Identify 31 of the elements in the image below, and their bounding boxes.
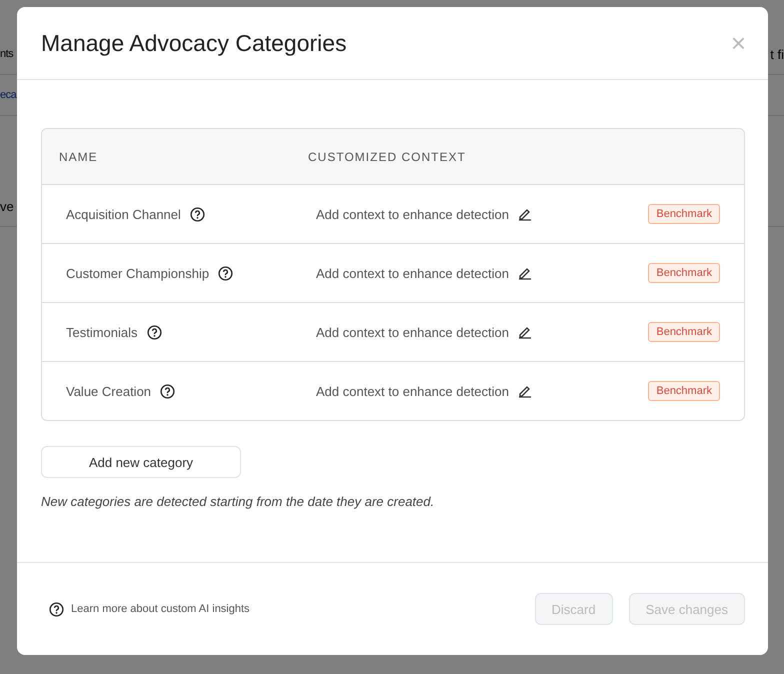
pencil-icon[interactable]: [518, 207, 532, 221]
column-header: CUSTOMIZED CONTEXT: [308, 150, 467, 164]
help-link[interactable]: Learn more about custom AI insights: [71, 603, 250, 615]
dialog-title: Manage Advocacy Categories: [41, 30, 347, 56]
pencil-icon[interactable]: [518, 384, 532, 398]
benchmark-tag: Benchmark: [648, 263, 720, 283]
help-icon[interactable]: [218, 266, 234, 280]
help-icon[interactable]: [160, 384, 176, 398]
context-link[interactable]: Add context to enhance detection: [316, 206, 509, 222]
column-header: NAME: [59, 150, 99, 164]
help-icon[interactable]: [49, 602, 64, 616]
add-category-button[interactable]: Add new category: [41, 446, 241, 478]
help-icon[interactable]: [190, 206, 205, 222]
text-fragment: nts: [0, 48, 14, 60]
benchmark-tag: Benchmark: [648, 381, 720, 401]
benchmark-tag: Benchmark: [648, 322, 720, 342]
benchmark-tag: Benchmark: [648, 204, 720, 224]
pencil-icon[interactable]: [518, 325, 532, 339]
category-name: Testimonials: [66, 324, 138, 340]
context-link[interactable]: Add context to enhance detection: [316, 324, 509, 340]
category-name: Value Creation: [66, 384, 152, 398]
pencil-icon[interactable]: [518, 266, 532, 280]
context-link[interactable]: Add context to enhance detection: [316, 266, 509, 280]
category-name: Customer Championship: [66, 266, 210, 280]
text-fragment: eca: [0, 89, 16, 101]
help-icon[interactable]: [146, 324, 162, 340]
category-name: Acquisition Channel: [66, 206, 181, 222]
text-fragment: t fi: [770, 46, 784, 62]
info-note: New categories are detected starting from the date they are created.: [41, 494, 436, 509]
text-fragment: ve: [0, 198, 14, 214]
context-link[interactable]: Add context to enhance detection: [316, 384, 509, 398]
